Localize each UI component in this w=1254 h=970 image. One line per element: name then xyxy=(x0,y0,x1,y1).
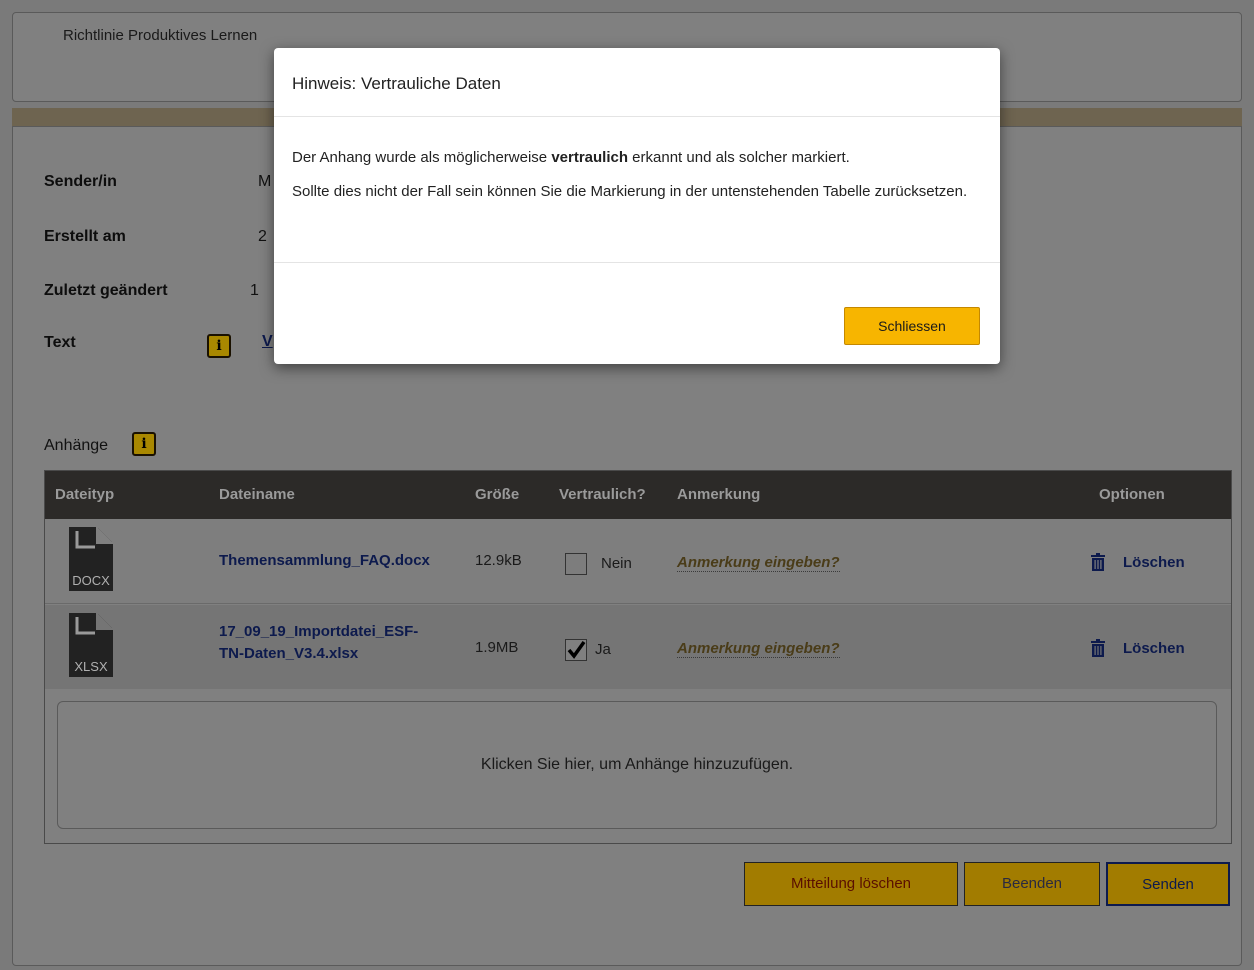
sender-label: Sender/in xyxy=(44,173,117,190)
col-filename: Dateiname xyxy=(219,486,295,503)
attachments-table: Dateityp Dateiname Größe Vertraulich? An… xyxy=(44,470,1232,844)
delete-message-button[interactable]: Mitteilung löschen xyxy=(744,862,958,906)
info-icon[interactable]: i xyxy=(207,334,231,358)
page-title: Richtlinie Produktives Lernen xyxy=(63,27,258,44)
confidential-label: Nein xyxy=(601,555,632,572)
col-filetype: Dateityp xyxy=(55,486,115,503)
close-button[interactable]: Schliessen xyxy=(844,307,980,345)
trash-icon[interactable] xyxy=(1091,553,1105,571)
col-options: Optionen xyxy=(1099,486,1165,503)
send-button[interactable]: Senden xyxy=(1106,862,1230,906)
trash-icon[interactable] xyxy=(1091,639,1105,657)
file-size: 12.9kB xyxy=(475,552,522,569)
table-row: XLSX 17_09_19_Importdatei_ESF- TN-Daten_… xyxy=(45,605,1231,689)
table-row: DOCX Themensammlung_FAQ.docx 12.9kB Nein… xyxy=(45,519,1231,604)
col-size: Größe xyxy=(475,486,520,503)
dialog-header: Hinweis: Vertrauliche Daten xyxy=(274,48,1000,117)
dialog-message-1: Der Anhang wurde als möglicherweise vert… xyxy=(292,144,982,172)
sender-value: M xyxy=(258,173,272,190)
dialog-message-2: Sollte dies nicht der Fall sein können S… xyxy=(292,183,968,200)
text-label: Text xyxy=(44,334,76,351)
delete-attachment-button[interactable]: Löschen xyxy=(1123,640,1185,657)
delete-attachment-button[interactable]: Löschen xyxy=(1123,554,1185,571)
confidential-checkbox[interactable] xyxy=(565,639,587,661)
filetype-label: DOCX xyxy=(72,573,110,588)
text-link[interactable]: V xyxy=(262,333,273,351)
filename-link[interactable]: Themensammlung_FAQ.docx xyxy=(219,550,430,572)
msg-part: erkannt und als solcher markiert. xyxy=(628,149,850,166)
dialog-footer: Schliessen xyxy=(274,262,1000,365)
attachments-label: Anhänge xyxy=(44,437,109,454)
confidential-data-dialog: Hinweis: Vertrauliche Daten Der Anhang w… xyxy=(274,48,1000,364)
filename-link[interactable]: 17_09_19_Importdatei_ESF- TN-Daten_V3.4.… xyxy=(219,621,418,665)
xlsx-file-icon: XLSX xyxy=(69,613,113,677)
dialog-body: Der Anhang wurde als möglicherweise vert… xyxy=(292,144,982,212)
note-editable[interactable]: Anmerkung eingeben? xyxy=(677,640,840,658)
confidential-label: Ja xyxy=(595,641,611,658)
end-button[interactable]: Beenden xyxy=(964,862,1100,906)
filetype-label: XLSX xyxy=(74,659,108,674)
attachment-dropzone[interactable]: Klicken Sie hier, um Anhänge hinzuzufüge… xyxy=(57,701,1217,829)
msg-part: Der Anhang wurde als möglicherweise xyxy=(292,149,552,166)
table-header: Dateityp Dateiname Größe Vertraulich? An… xyxy=(45,471,1231,519)
note-editable[interactable]: Anmerkung eingeben? xyxy=(677,554,840,572)
file-size: 1.9MB xyxy=(475,639,519,656)
modified-label: Zuletzt geändert xyxy=(44,282,168,299)
checkmark-icon xyxy=(567,640,586,659)
dialog-title: Hinweis: Vertrauliche Daten xyxy=(292,74,501,93)
col-note: Anmerkung xyxy=(677,486,761,503)
modified-value: 1 xyxy=(250,282,259,299)
docx-file-icon: DOCX xyxy=(69,527,113,591)
filename-line-1: 17_09_19_Importdatei_ESF- xyxy=(219,623,419,640)
filename-line-2: TN-Daten_V3.4.xlsx xyxy=(219,645,359,662)
col-confidential: Vertraulich? xyxy=(559,486,646,503)
created-label: Erstellt am xyxy=(44,228,126,245)
msg-emphasis: vertraulich xyxy=(551,149,629,166)
attachments-info-icon[interactable]: i xyxy=(132,432,156,456)
confidential-checkbox[interactable] xyxy=(565,553,587,575)
created-value: 2 xyxy=(258,228,267,245)
